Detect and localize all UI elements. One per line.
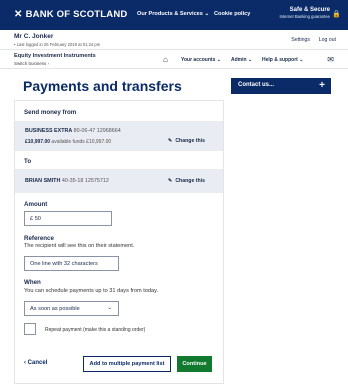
page-title: Payments and transfers — [23, 78, 182, 94]
cancel-label: Cancel — [27, 360, 48, 366]
change-to-account-button[interactable]: ✎ Change this — [168, 178, 205, 184]
plus-icon: + — [319, 80, 325, 91]
logout-link[interactable]: Log out — [319, 37, 336, 43]
amount-value: 50 — [34, 216, 41, 222]
to-account-number: 40-35-18 12575712 — [61, 178, 109, 184]
saltire-icon: ✕ — [14, 9, 23, 20]
repeat-payment-label: Repeat payment (make this a standing ord… — [45, 327, 146, 333]
nav-your-accounts-label: Your accounts — [181, 57, 216, 63]
last-logged-in: ▪ Last logged in 25 February 2019 at 01:… — [14, 42, 100, 47]
pencil-icon: ✎ — [167, 138, 173, 144]
add-to-multiple-payment-button[interactable]: Add to multiple payment list — [83, 356, 171, 372]
change-from-account-button[interactable]: ✎ Change this — [168, 138, 205, 144]
account-nav: Equity Investment Instruments Switch bus… — [0, 51, 348, 69]
nav-your-accounts[interactable]: Your accounts ⌄ — [181, 57, 221, 63]
nav-admin-label: Admin — [231, 57, 247, 63]
available-funds: available funds £10,997.00 — [51, 139, 112, 145]
to-account-card: BRIAN SMITH 40-35-18 12575712 ✎ Change t… — [15, 169, 223, 193]
from-account-number: 80-06-47 12968664 — [73, 128, 121, 134]
chevron-down-icon: ⌄ — [107, 305, 112, 311]
safe-secure-badge[interactable]: Safe & Secure Internet Banking guarantee… — [279, 7, 341, 19]
top-banner: ✕ BANK OF SCOTLAND Our Products & Servic… — [0, 0, 348, 30]
brand-logo[interactable]: ✕ BANK OF SCOTLAND — [14, 9, 127, 20]
lock-icon: 🔒 — [332, 11, 341, 18]
mail-icon[interactable]: ✉ — [327, 55, 334, 64]
home-icon[interactable]: ⌂ — [163, 55, 168, 64]
reference-label: Reference — [24, 235, 54, 242]
cancel-link[interactable]: ‹ Cancel — [24, 360, 47, 366]
nav-admin[interactable]: Admin ⌄ — [231, 57, 252, 63]
nav-products-label: Our Products & Services — [137, 11, 203, 17]
change-to-label: Change this — [175, 178, 205, 184]
change-from-label: Change this — [175, 138, 205, 144]
contact-us-label: Contact us... — [238, 82, 275, 88]
from-account-title: BUSINESS EXTRA — [25, 128, 73, 134]
to-account-name: BRIAN SMITH 40-35-18 12575712 — [25, 178, 109, 184]
contact-us-button[interactable]: Contact us... + — [231, 78, 331, 94]
reference-hint: The recipient will see this on their sta… — [24, 243, 135, 249]
repeat-payment-checkbox[interactable] — [24, 323, 36, 335]
currency-symbol: £ — [30, 216, 34, 222]
when-label: When — [24, 279, 41, 286]
settings-link[interactable]: Settings — [291, 37, 310, 43]
safe-title: Safe & Secure — [289, 7, 330, 13]
switch-business-label: Switch business — [14, 61, 47, 66]
to-account-title: BRIAN SMITH — [25, 178, 61, 184]
pencil-icon: ✎ — [167, 178, 173, 184]
to-label: To — [24, 158, 32, 165]
from-account-balance: £10,997.00 available funds £10,997.00 — [25, 139, 111, 145]
nav-cookie-policy[interactable]: Cookie policy — [214, 11, 250, 17]
when-hint: You can schedule payments up to 31 days … — [24, 288, 159, 294]
amount-input[interactable]: £ 50 — [24, 211, 112, 226]
chevron-down-icon: ⌄ — [204, 11, 210, 17]
amount-label: Amount — [24, 201, 48, 208]
switch-business-link[interactable]: Switch business › — [14, 61, 49, 66]
send-from-label: Send money from — [24, 109, 77, 116]
brand-name: BANK OF SCOTLAND — [25, 9, 128, 20]
business-name: Equity Investment Instruments — [14, 53, 96, 59]
safe-sub: Internet Banking guarantee — [279, 14, 330, 19]
nav-help-label: Help & support — [262, 57, 298, 63]
reference-input[interactable]: One line with 32 characters — [24, 256, 119, 271]
balance-value: £10,997.00 — [25, 139, 51, 145]
user-bar: Mr C. Jonker ▪ Last logged in 25 Februar… — [0, 30, 348, 50]
last-logged-text: Last logged in 25 February 2019 at 01:24… — [16, 42, 101, 47]
user-name: Mr C. Jonker — [14, 33, 54, 40]
from-account-card: BUSINESS EXTRA 80-06-47 12968664 £10,997… — [15, 121, 223, 151]
when-select[interactable]: As soon as possible ⌄ — [24, 301, 119, 316]
nav-help-support[interactable]: Help & support ⌄ — [262, 57, 303, 63]
from-account-name: BUSINESS EXTRA 80-06-47 12968664 — [25, 128, 121, 134]
continue-button[interactable]: Continue — [177, 356, 212, 372]
nav-products[interactable]: Our Products & Services ⌄ — [137, 11, 209, 17]
when-selected-value: As soon as possible — [30, 306, 80, 312]
payment-form: Send money from BUSINESS EXTRA 80-06-47 … — [14, 100, 224, 384]
